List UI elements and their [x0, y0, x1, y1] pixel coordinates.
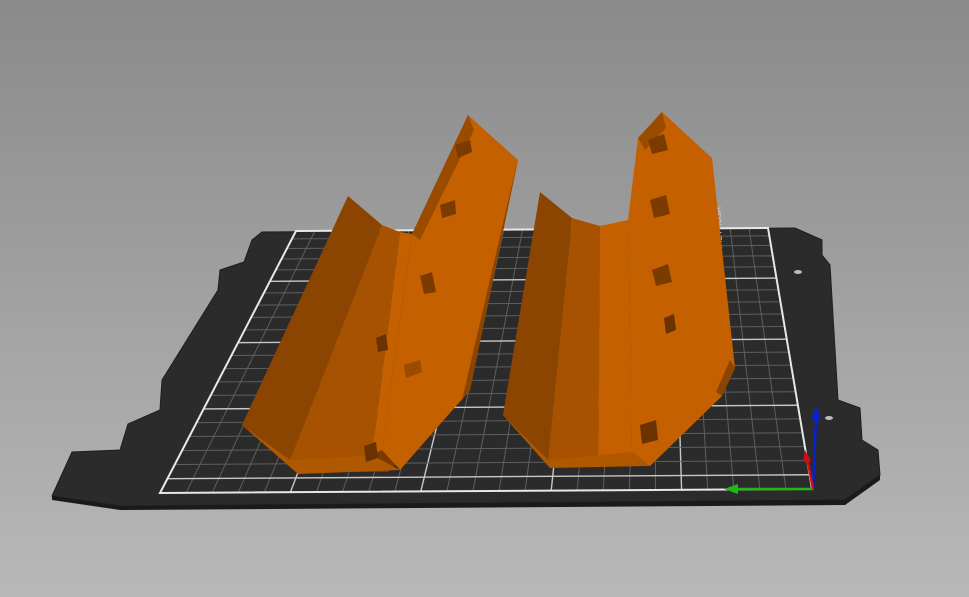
bed-hole	[794, 270, 802, 274]
bed-hole	[825, 416, 833, 420]
3d-viewport[interactable]: ORIGINAL PRUSA	[0, 0, 969, 597]
